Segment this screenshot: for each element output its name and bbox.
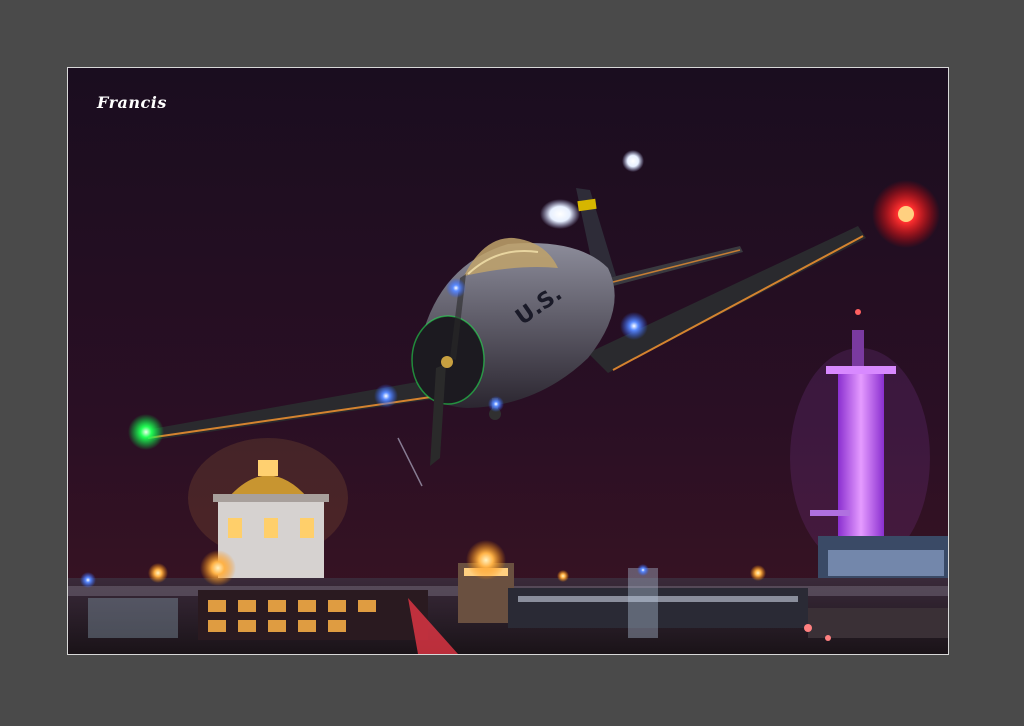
- bright-moon: [540, 199, 580, 229]
- green-nav-light: [128, 414, 164, 450]
- strobe-light-fuselage: [446, 278, 466, 298]
- small-moon: [622, 150, 644, 172]
- strobe-light-wing-right: [620, 312, 648, 340]
- photo-frame: U.S. Francis: [67, 67, 949, 655]
- strobe-light-wing-left: [374, 384, 398, 408]
- night-airshow-scene: U.S.: [68, 68, 948, 654]
- photographer-signature: Francis: [97, 93, 167, 112]
